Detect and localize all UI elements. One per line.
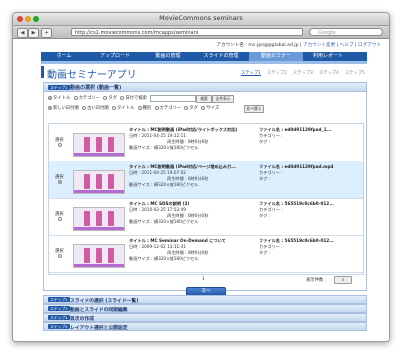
panel-title: 動画の選択 (動画一覧) xyxy=(70,85,122,91)
help-link[interactable]: ヘルプ xyxy=(340,43,354,48)
step-badge: ステップ3 xyxy=(48,306,70,311)
sort-row: 新しい日付順 古い日付順 タイトル 種別 カテゴリー タグ サイズ xyxy=(48,105,219,111)
select-radio[interactable] xyxy=(58,143,62,147)
video-thumbnail xyxy=(73,207,125,231)
step-badge: ステップ2 xyxy=(48,297,70,302)
search-field[interactable]: Google xyxy=(309,28,383,36)
address-bar[interactable]: http://cs1.moviecommons.com/mcapps/semin… xyxy=(71,28,303,36)
radio-sort-title[interactable] xyxy=(112,105,117,110)
video-thumbnail xyxy=(73,133,125,157)
select-radio[interactable] xyxy=(58,180,62,184)
page-title: 動画セミナーアプリ xyxy=(47,70,137,81)
title-accent xyxy=(41,66,44,78)
nav-underline xyxy=(41,61,367,64)
nav-slide-manage[interactable]: スライドの管理 xyxy=(193,52,249,61)
section-sync-edit[interactable]: ステップ3 動画とスライドの同期編集 xyxy=(43,304,367,313)
radio-category[interactable] xyxy=(73,95,78,100)
account-name: アカウント名 : mc-jpng@global.ad.jp xyxy=(216,43,299,48)
page-number[interactable]: 1 xyxy=(202,277,205,282)
step-badge: ステップ4 xyxy=(48,315,70,320)
sort-button[interactable]: 並べ替え xyxy=(244,104,264,113)
video-list: 選択 タイトル : MC説明動画 (iPad対応/ライトボックス対応) 日時 :… xyxy=(48,123,364,275)
step-1: ステップ1 xyxy=(241,71,261,76)
section-toc[interactable]: ステップ4 目次の作成 xyxy=(43,313,367,322)
section-slide-select[interactable]: ステップ2 スライドの選択 (スライド一覧) xyxy=(43,295,367,304)
radio-sort-category[interactable] xyxy=(154,105,159,110)
change-account-link[interactable]: アカウント変更 xyxy=(303,43,335,48)
show-all-button[interactable]: 全件表示 xyxy=(212,94,234,103)
step-badge: ステップ1 xyxy=(48,84,70,90)
back-icon[interactable]: ◀ xyxy=(17,28,28,38)
web-page: アカウント名 : mc-jpng@global.ad.jp | アカウント変更 … xyxy=(13,39,389,341)
page-size-select[interactable]: 5 xyxy=(334,276,352,284)
video-thumbnail xyxy=(73,170,125,194)
radio-sort-size[interactable] xyxy=(201,105,206,110)
radio-date[interactable] xyxy=(120,95,125,100)
step-4: ステップ4 xyxy=(319,71,339,76)
account-info: アカウント名 : mc-jpng@global.ad.jp | アカウント変更 … xyxy=(216,43,381,48)
select-radio[interactable] xyxy=(58,254,62,258)
video-thumbnail xyxy=(73,244,125,268)
page-size-label: 表示件数 : xyxy=(306,278,327,283)
radio-tag[interactable] xyxy=(103,95,108,100)
browser-window: MovieCommons seminars ◀ ▶ + http://cs1.m… xyxy=(12,12,390,342)
panel-header[interactable]: ステップ1 動画の選択 (動画一覧) xyxy=(44,83,366,92)
radio-oldest[interactable] xyxy=(82,105,87,110)
logout-link[interactable]: ログアウト xyxy=(358,43,381,48)
video-row[interactable]: 選択 タイトル : MC説明動画 (iPad対応/ライトボックス対応) 日時 :… xyxy=(49,124,363,162)
page-title-row: 動画セミナーアプリ ステップ1 ステップ2 ステップ3 ステップ4 ステップ5 xyxy=(41,65,367,81)
radio-sort-type[interactable] xyxy=(137,105,142,110)
main-nav: ホーム アップロード 動画の管理 スライドの管理 動画セミナー 利用レポート xyxy=(41,52,367,61)
video-row[interactable]: 選択 タイトル : MC SDSの説明 (2) 日時 : 2010-02-25 … xyxy=(49,198,363,236)
step-badge: ステップ5 xyxy=(48,324,70,329)
browser-toolbar: ◀ ▶ + http://cs1.moviecommons.com/mcapps… xyxy=(13,26,389,39)
search-input[interactable] xyxy=(150,95,196,102)
select-radio[interactable] xyxy=(58,217,62,221)
radio-sort-tag[interactable] xyxy=(184,105,189,110)
window-title: MovieCommons seminars xyxy=(159,14,243,22)
search-filter-row: タイトル カテゴリー タグ 日付で検索 xyxy=(48,95,147,101)
step-2: ステップ2 xyxy=(267,71,287,76)
step-5: ステップ5 xyxy=(345,71,365,76)
nav-home[interactable]: ホーム xyxy=(41,52,87,61)
section-layout-publish[interactable]: ステップ5 レイアウト選択と公開設定 xyxy=(43,322,367,331)
search-button[interactable]: 検索 xyxy=(196,94,212,103)
title-bar: MovieCommons seminars xyxy=(13,13,389,26)
nav-upload[interactable]: アップロード xyxy=(87,52,143,61)
nav-video-seminar[interactable]: 動画セミナー xyxy=(249,52,303,61)
step-3: ステップ3 xyxy=(293,71,313,76)
radio-newest[interactable] xyxy=(48,105,52,110)
nav-video-manage[interactable]: 動画の管理 xyxy=(143,52,193,61)
video-row-selected[interactable]: 選択 タイトル : MC説明動画 (iPad対応/ページ埋め込みガ... 日時 … xyxy=(49,161,363,199)
video-select-panel: ステップ1 動画の選択 (動画一覧) タイトル カテゴリー タグ 日付で検索 検… xyxy=(43,82,367,297)
video-row[interactable]: 選択 タイトル : MC Seminar On-Demand について 日時 :… xyxy=(49,235,363,273)
forward-icon[interactable]: ▶ xyxy=(28,28,39,38)
nav-usage-report[interactable]: 利用レポート xyxy=(303,52,353,61)
radio-title[interactable] xyxy=(48,95,52,100)
new-tab-icon[interactable]: + xyxy=(41,28,52,38)
